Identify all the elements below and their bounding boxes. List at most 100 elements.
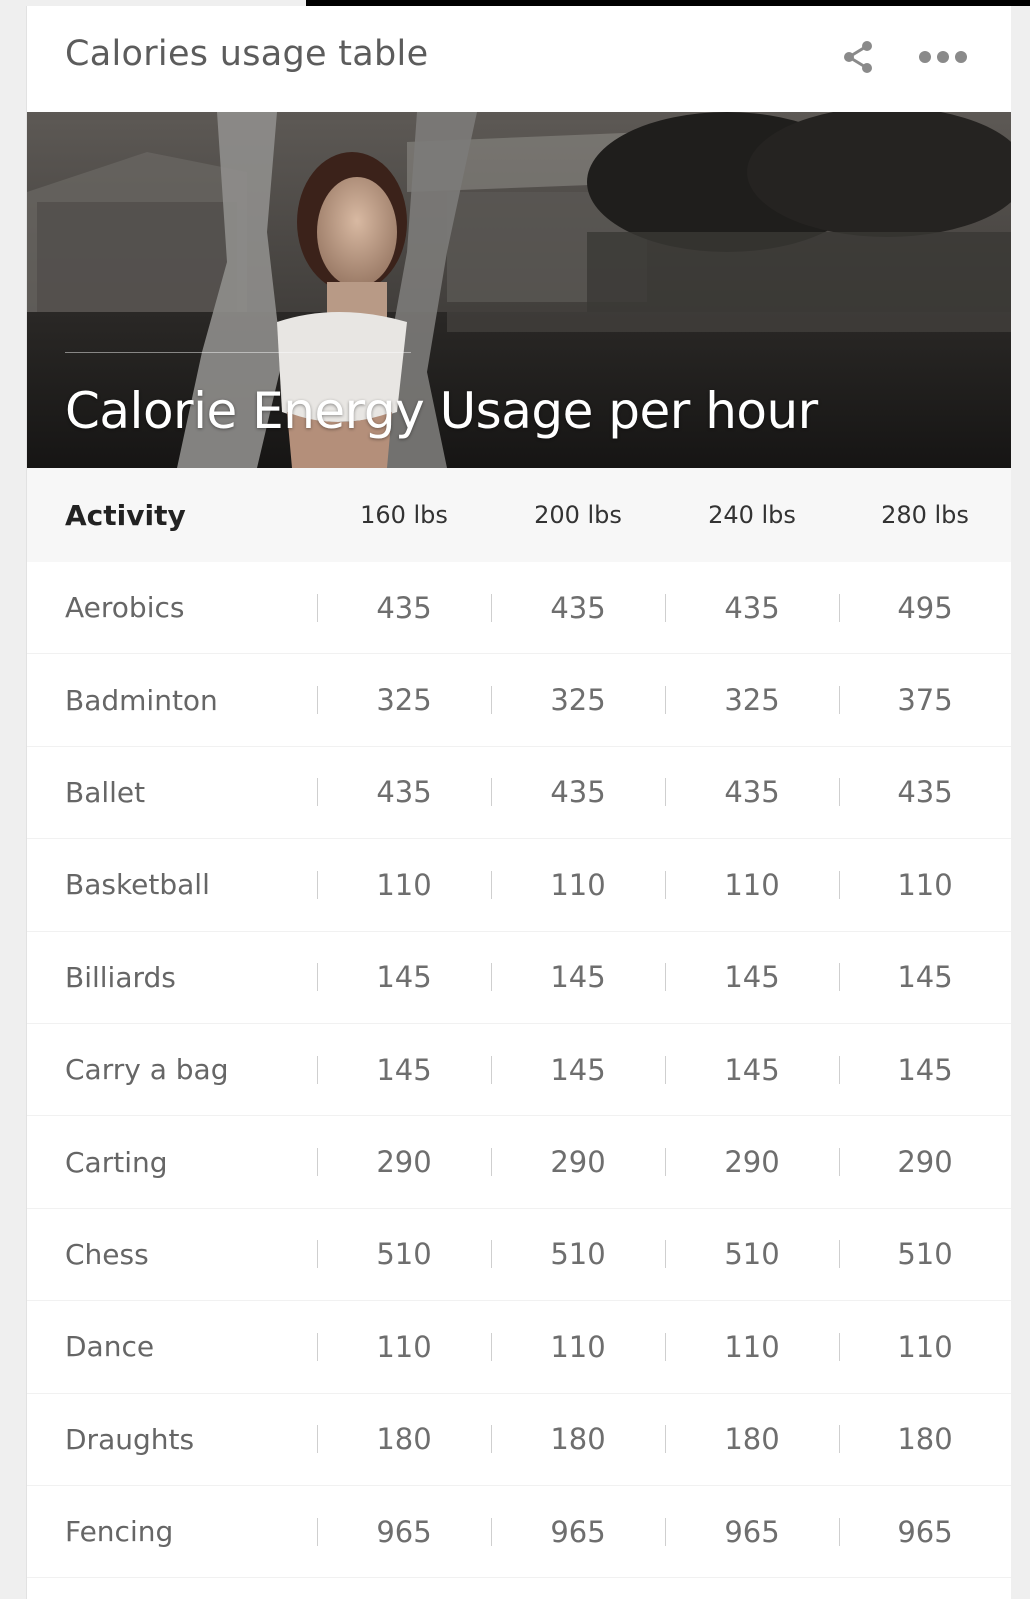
- column-separator: [317, 1148, 318, 1177]
- cell-value: 510: [665, 1237, 839, 1271]
- column-separator: [839, 1148, 840, 1177]
- column-separator: [665, 778, 666, 807]
- column-separator: [665, 1517, 666, 1546]
- column-separator: [839, 686, 840, 715]
- column-separator: [839, 593, 840, 622]
- cell-value: 965: [665, 1515, 839, 1549]
- table-row: Draughts 180 180 180 180: [27, 1393, 1011, 1486]
- cell-value: 110: [491, 1330, 665, 1364]
- cell-activity: Carting: [65, 1145, 168, 1179]
- cell-value: 110: [839, 1330, 1011, 1364]
- column-separator: [491, 778, 492, 807]
- cell-value: 110: [839, 868, 1011, 902]
- hero-banner: Calorie Energy Usage per hour: [27, 112, 1011, 468]
- cell-value: 435: [317, 775, 491, 809]
- header-activity: Activity: [65, 498, 186, 532]
- card-header: Calories usage table: [27, 6, 1011, 112]
- cell-value: 145: [839, 960, 1011, 994]
- column-separator: [317, 778, 318, 807]
- column-separator: [665, 686, 666, 715]
- share-icon[interactable]: [841, 40, 875, 74]
- cell-value: 510: [491, 1237, 665, 1271]
- column-separator: [491, 1332, 492, 1361]
- table-row: Carting 290 290 290 290: [27, 1116, 1011, 1209]
- cell-value: 145: [839, 1053, 1011, 1087]
- cell-activity: Basketball: [65, 868, 210, 902]
- card-title: Calories usage table: [65, 34, 429, 74]
- column-separator: [317, 593, 318, 622]
- header-160-lbs: 160 lbs: [360, 501, 448, 529]
- column-separator: [491, 870, 492, 899]
- cell-value: 110: [665, 1330, 839, 1364]
- column-separator: [317, 1055, 318, 1084]
- column-separator: [317, 1517, 318, 1546]
- cell-value: 435: [665, 775, 839, 809]
- column-separator: [839, 870, 840, 899]
- cell-value: 180: [491, 1422, 665, 1456]
- cell-value: 145: [491, 1053, 665, 1087]
- table-row: Carry a bag 145 145 145 145: [27, 1023, 1011, 1117]
- column-separator: [491, 963, 492, 992]
- column-separator: [839, 1425, 840, 1454]
- cell-value: 180: [665, 1422, 839, 1456]
- more-horizontal-icon[interactable]: [917, 47, 969, 67]
- cell-value: 435: [839, 775, 1011, 809]
- cell-value: 110: [491, 868, 665, 902]
- column-separator: [839, 963, 840, 992]
- column-separator: [665, 593, 666, 622]
- column-separator: [317, 1425, 318, 1454]
- cell-value: 290: [317, 1145, 491, 1179]
- table-row: Fencing 965 965 965 965: [27, 1485, 1011, 1579]
- column-separator: [839, 1240, 840, 1269]
- cell-value: 110: [317, 868, 491, 902]
- table-row: Dance 110 110 110 110: [27, 1301, 1011, 1394]
- cell-value: 435: [317, 591, 491, 625]
- table-row: Ballet 435 435 435 435: [27, 746, 1011, 840]
- cell-value: 325: [491, 683, 665, 717]
- table-row: Aerobics 435 435 435 495: [27, 562, 1011, 655]
- column-separator: [839, 1055, 840, 1084]
- column-separator: [839, 778, 840, 807]
- calories-card: Calories usage table Calorie Energy Usag…: [26, 6, 1011, 1599]
- column-separator: [839, 1517, 840, 1546]
- cell-activity: Fencing: [65, 1515, 174, 1549]
- header-280-lbs: 280 lbs: [881, 501, 969, 529]
- table-row: Badminton 325 325 325 375: [27, 654, 1011, 747]
- cell-value: 965: [839, 1515, 1011, 1549]
- column-separator: [491, 1425, 492, 1454]
- cell-activity: Aerobics: [65, 591, 185, 625]
- cell-value: 965: [491, 1515, 665, 1549]
- cell-value: 510: [839, 1237, 1011, 1271]
- cell-value: 435: [491, 775, 665, 809]
- column-separator: [665, 1148, 666, 1177]
- cell-activity: Draughts: [65, 1422, 195, 1456]
- cell-value: 965: [317, 1515, 491, 1549]
- header-actions: [841, 40, 969, 74]
- cell-value: 145: [665, 1053, 839, 1087]
- cell-activity: Badminton: [65, 683, 218, 717]
- cell-value: 145: [491, 960, 665, 994]
- column-separator: [491, 1148, 492, 1177]
- column-separator: [317, 963, 318, 992]
- column-separator: [317, 1240, 318, 1269]
- column-separator: [665, 1425, 666, 1454]
- column-separator: [665, 1332, 666, 1361]
- column-separator: [491, 1517, 492, 1546]
- cell-value: 435: [665, 591, 839, 625]
- hero-title: Calorie Energy Usage per hour: [65, 382, 818, 440]
- cell-activity: Chess: [65, 1237, 149, 1271]
- cell-value: 290: [665, 1145, 839, 1179]
- column-separator: [491, 1055, 492, 1084]
- table-header-row: Activity 160 lbs 200 lbs 240 lbs 280 lbs: [27, 468, 1011, 562]
- cell-value: 290: [491, 1145, 665, 1179]
- cell-value: 495: [839, 591, 1011, 625]
- column-separator: [839, 1332, 840, 1361]
- column-separator: [491, 593, 492, 622]
- table-body: Aerobics 435 435 435 495 Badminton 325 3…: [27, 562, 1011, 1579]
- cell-value: 290: [839, 1145, 1011, 1179]
- cell-value: 110: [665, 868, 839, 902]
- cell-value: 435: [491, 591, 665, 625]
- cell-value: 510: [317, 1237, 491, 1271]
- table-row: Chess 510 510 510 510: [27, 1208, 1011, 1302]
- cell-value: 325: [665, 683, 839, 717]
